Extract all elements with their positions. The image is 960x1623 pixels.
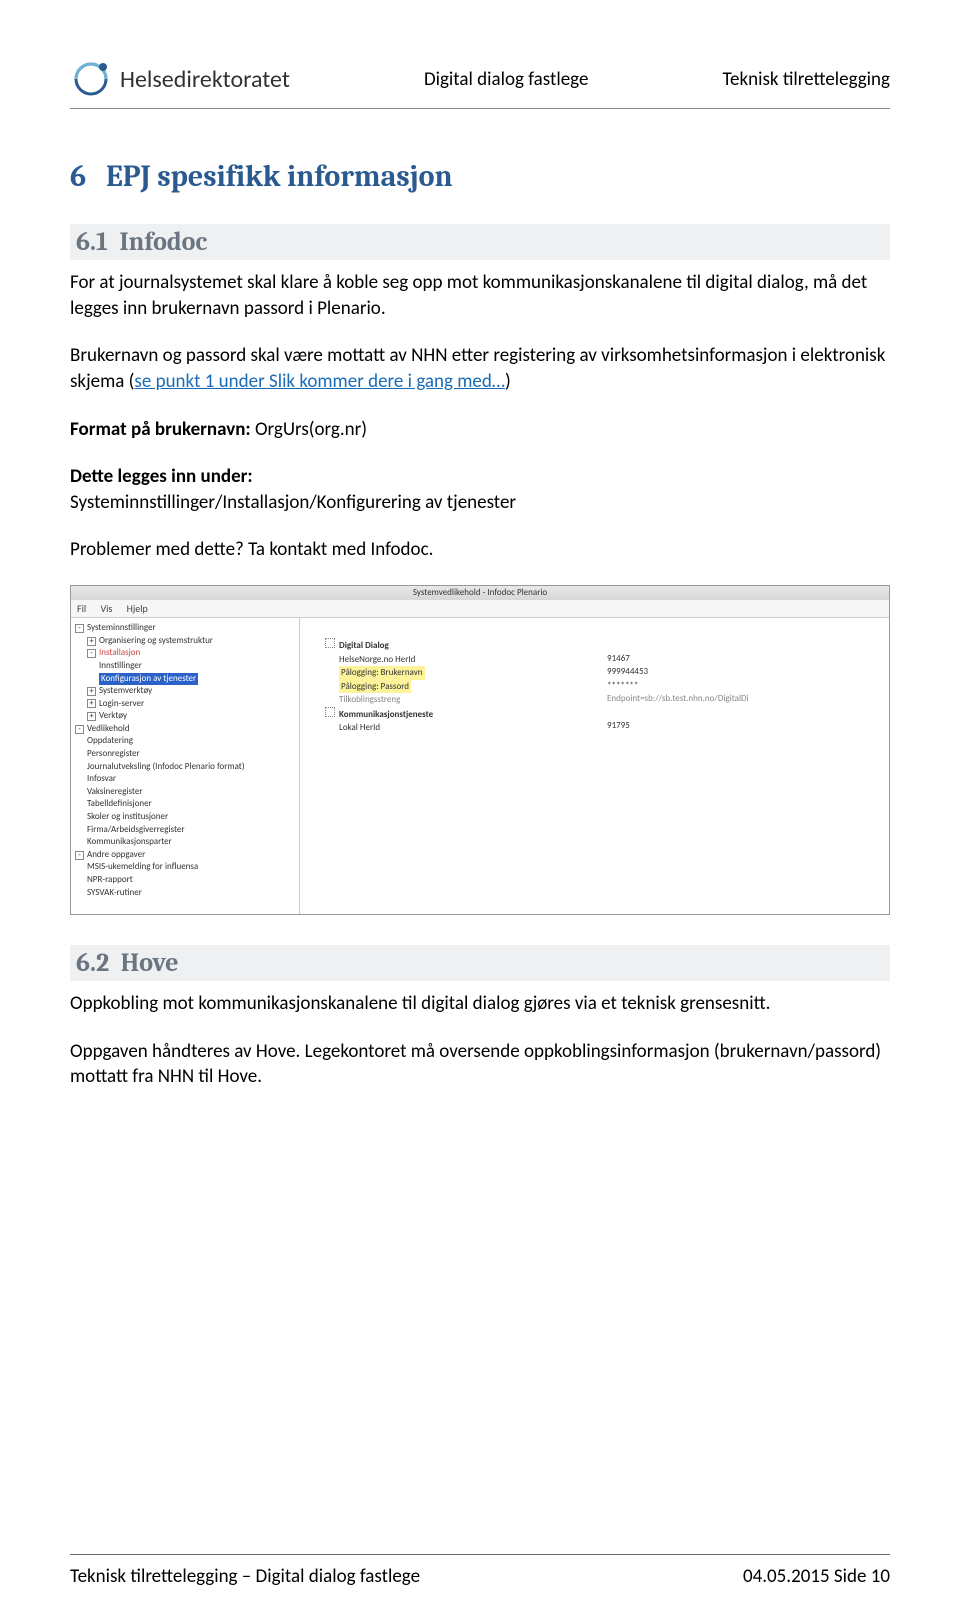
plus-icon[interactable]: + [87, 687, 96, 696]
para-format-brukernavn: Format på brukernavn: OrgUrs(org.nr) [70, 417, 890, 443]
helsedirektoratet-logo-icon [70, 60, 112, 98]
ss-label-lokal-herid: Lokal HerId [325, 721, 597, 735]
ss-tree-vedlikehold[interactable]: Vedlikehold [87, 723, 130, 736]
ss-tree-loginserver[interactable]: Login-server [99, 698, 144, 711]
para-6-2-intro: Oppkobling mot kommunikasjonskanalene ti… [70, 991, 890, 1017]
ss-tree-skoler[interactable]: Skoler og institusjoner [87, 811, 168, 824]
ss-value-brukernavn: 999944453 [607, 665, 879, 679]
plus-icon[interactable]: + [87, 637, 96, 646]
heading-6-1-num: 6.1 [76, 227, 108, 257]
ss-tree-firma[interactable]: Firma/Arbeidsgiverregister [87, 824, 185, 837]
ss-tree-personregister[interactable]: Personregister [87, 748, 140, 761]
ss-tree-infosvar[interactable]: Infosvar [87, 773, 116, 786]
ss-tree-vaksineregister[interactable]: Vaksineregister [87, 786, 142, 799]
heading-6-1: 6.1 Infodoc [70, 224, 890, 260]
ss-value-herid: 91467 [607, 652, 879, 666]
heading-6-2-num: 6.2 [76, 948, 109, 978]
minus-icon[interactable]: - [87, 649, 96, 658]
collapse-box-icon[interactable] [325, 707, 335, 717]
ss-window-title: Systemvedlikehold - Infodoc Plenario [71, 586, 889, 600]
ss-label-kommtjeneste: Kommunikasjonstjeneste [339, 709, 433, 720]
ss-tree-journalutveksling[interactable]: Journalutveksling (Infodoc Plenario form… [87, 761, 245, 774]
para-6-1-credentials-b: ) [505, 370, 511, 393]
ss-menu-hjelp[interactable]: Hjelp [127, 602, 148, 615]
ss-label-tilkobling: Tilkoblingsstreng [325, 693, 597, 707]
ss-label-passord: Pålogging: Passord [339, 680, 411, 694]
ss-tree-kommunikasjonsparter[interactable]: Kommunikasjonsparter [87, 836, 172, 849]
para-6-2-oppgave: Oppgaven håndteres av Hove. Legekontoret… [70, 1039, 890, 1090]
logo-block: Helsedirektoratet [70, 60, 290, 98]
ss-body: -Systeminnstillinger +Organisering og sy… [71, 618, 889, 914]
ss-value-lokal-herid: 91795 [607, 719, 879, 733]
ss-tree[interactable]: -Systeminnstillinger +Organisering og sy… [71, 618, 300, 914]
ss-tree-npr[interactable]: NPR-rapport [87, 874, 133, 887]
para-legges-inn: Dette legges inn under: Systeminnstillin… [70, 464, 890, 515]
collapse-box-icon[interactable] [325, 638, 335, 648]
heading-6-num: 6 [70, 159, 86, 194]
minus-icon[interactable]: - [75, 725, 84, 734]
heading-6-2: 6.2 Hove [70, 945, 890, 981]
heading-6: 6 EPJ spesifikk informasjon [70, 159, 890, 194]
ss-tree-andre-oppgaver[interactable]: Andre oppgaver [87, 849, 145, 862]
heading-6-1-title: Infodoc [119, 227, 207, 257]
label-legges-inn: Dette legges inn under: [70, 465, 253, 488]
ss-detail-pane: Digital Dialog HelseNorge.no HerId Pålog… [300, 618, 889, 914]
minus-icon[interactable]: - [75, 624, 84, 633]
ss-tree-oppdatering[interactable]: Oppdatering [87, 735, 133, 748]
ss-tree-konfig-tjenester[interactable]: Konfigurasjon av tjenester [99, 673, 198, 686]
ss-menubar: Fil Vis Hjelp [71, 600, 889, 618]
ss-value-endpoint: Endpoint=sb://sb.test.nhn.no/DigitalDi [607, 692, 879, 706]
ss-tree-installasjon[interactable]: Installasjon [99, 647, 140, 660]
label-format-brukernavn: Format på brukernavn: [70, 418, 251, 441]
header-right: Teknisk tilrettelegging [722, 68, 890, 91]
plus-icon[interactable]: + [87, 712, 96, 721]
para-6-1-credentials: Brukernavn og passord skal være mottatt … [70, 343, 890, 394]
plus-icon[interactable]: + [87, 699, 96, 708]
minus-icon[interactable]: - [75, 851, 84, 860]
ss-value-passord: ******* [607, 679, 879, 693]
ss-tree-sysvak[interactable]: SYSVAK-rutiner [87, 887, 142, 900]
ss-label-digital-dialog: Digital Dialog [339, 640, 389, 651]
header-center: Digital dialog fastlege [424, 68, 588, 91]
ss-tree-innstillinger[interactable]: Innstillinger [99, 660, 142, 673]
para-kontakt-infodoc: Problemer med dette? Ta kontakt med Info… [70, 537, 890, 563]
ss-tree-verktoy[interactable]: Verktøy [99, 710, 127, 723]
ss-tree-msis[interactable]: MSIS-ukemelding for influensa [87, 861, 198, 874]
ss-menu-fil[interactable]: Fil [77, 602, 86, 615]
page-footer: Teknisk tilrettelegging – Digital dialog… [70, 1554, 890, 1588]
ss-menu-vis[interactable]: Vis [100, 602, 112, 615]
ss-tree-systeminnstillinger[interactable]: Systeminnstillinger [87, 622, 156, 635]
infodoc-screenshot: Systemvedlikehold - Infodoc Plenario Fil… [70, 585, 890, 915]
heading-6-title: EPJ spesifikk informasjon [106, 159, 453, 194]
ss-tree-tabelldefinisjoner[interactable]: Tabelldefinisjoner [87, 798, 152, 811]
ss-tree-organisering[interactable]: Organisering og systemstruktur [99, 635, 213, 648]
page-header: Helsedirektoratet Digital dialog fastleg… [70, 60, 890, 109]
ss-label-herid: HelseNorge.no HerId [325, 653, 597, 667]
value-legges-inn: Systeminnstillinger/Installasjon/Konfigu… [70, 491, 516, 514]
value-format-brukernavn: OrgUrs(org.nr) [251, 418, 367, 441]
ss-label-brukernavn: Pålogging: Brukernavn [339, 666, 424, 680]
ss-tree-systemverktoy[interactable]: Systemverktøy [99, 685, 152, 698]
footer-right: 04.05.2015 Side 10 [743, 1565, 890, 1588]
link-punkt-1[interactable]: se punkt 1 under Slik kommer dere i gang… [134, 370, 505, 393]
footer-left: Teknisk tilrettelegging – Digital dialog… [70, 1565, 420, 1588]
logo-text: Helsedirektoratet [120, 65, 290, 94]
para-6-1-intro: For at journalsystemet skal klare å kobl… [70, 270, 890, 321]
heading-6-2-title: Hove [121, 948, 179, 978]
